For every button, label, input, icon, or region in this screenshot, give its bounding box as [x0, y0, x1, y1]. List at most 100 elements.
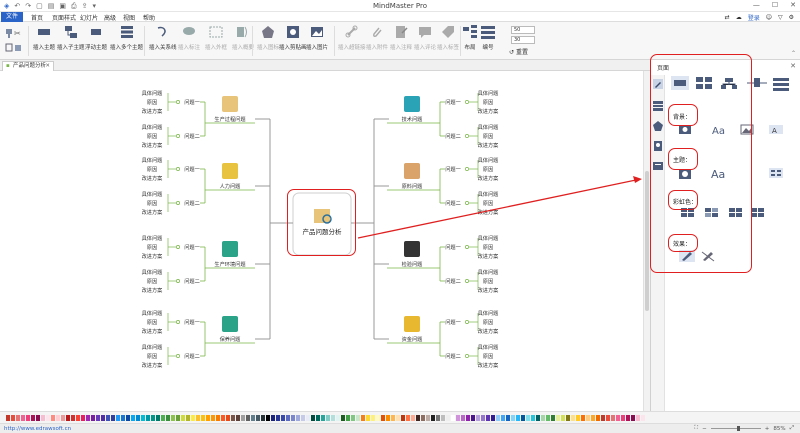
color-swatch[interactable]	[476, 415, 480, 421]
color-swatch[interactable]	[636, 415, 640, 421]
color-swatch[interactable]	[306, 415, 310, 421]
color-swatch[interactable]	[371, 415, 375, 421]
color-swatch[interactable]	[256, 415, 260, 421]
color-swatch[interactable]	[191, 415, 195, 421]
color-swatch[interactable]	[456, 415, 460, 421]
color-swatch[interactable]	[466, 415, 470, 421]
insert-multiple-topics-button[interactable]: 插入多个主题	[110, 25, 143, 51]
color-swatch[interactable]	[261, 415, 265, 421]
color-swatch[interactable]	[266, 415, 270, 421]
color-swatch[interactable]	[196, 415, 200, 421]
color-swatch[interactable]	[586, 415, 590, 421]
color-swatch[interactable]	[361, 415, 365, 421]
close-button[interactable]: ✕	[790, 1, 796, 9]
color-swatch[interactable]	[101, 415, 105, 421]
color-swatch[interactable]	[251, 415, 255, 421]
insert-hyperlink-button[interactable]: 插入超链接	[338, 25, 366, 51]
color-swatch[interactable]	[121, 415, 125, 421]
color-swatch[interactable]	[561, 415, 565, 421]
color-swatch[interactable]	[471, 415, 475, 421]
color-swatch[interactable]	[216, 415, 220, 421]
login-link[interactable]: 登录	[748, 13, 760, 22]
vertical-spacing-input[interactable]: 30	[511, 36, 535, 44]
color-swatch[interactable]	[531, 415, 535, 421]
panel-close-icon[interactable]: ✕	[790, 62, 796, 70]
insert-callout-button[interactable]: 插入标注	[178, 25, 200, 51]
color-swatch[interactable]	[381, 415, 385, 421]
color-swatch[interactable]	[186, 415, 190, 421]
color-swatch[interactable]	[241, 415, 245, 421]
color-swatch[interactable]	[16, 415, 20, 421]
insert-summary-button[interactable]: 插入概要	[232, 25, 254, 51]
color-swatch[interactable]	[396, 415, 400, 421]
color-swatch[interactable]	[66, 415, 70, 421]
color-swatch[interactable]	[366, 415, 370, 421]
zoom-in-icon[interactable]: +	[765, 426, 770, 432]
color-swatch[interactable]	[331, 415, 335, 421]
color-swatch[interactable]	[41, 415, 45, 421]
color-swatch[interactable]	[541, 415, 545, 421]
color-swatch[interactable]	[356, 415, 360, 421]
color-swatch[interactable]	[136, 415, 140, 421]
color-swatch[interactable]	[116, 415, 120, 421]
layout-button[interactable]: 布局	[463, 25, 477, 51]
color-swatch[interactable]	[321, 415, 325, 421]
color-swatch[interactable]	[416, 415, 420, 421]
color-swatch[interactable]	[556, 415, 560, 421]
insert-relationship-button[interactable]: 插入关系线	[149, 25, 177, 51]
color-swatch[interactable]	[436, 415, 440, 421]
color-swatch[interactable]	[271, 415, 275, 421]
reset-button[interactable]: ↺ 重置	[509, 47, 528, 56]
color-swatch[interactable]	[106, 415, 110, 421]
insert-comment-button[interactable]: 插入评论	[414, 25, 436, 51]
menu-advanced[interactable]: 高级	[104, 13, 116, 22]
format-painter-icon[interactable]	[6, 29, 12, 38]
color-swatch[interactable]	[86, 415, 90, 421]
color-swatch[interactable]	[71, 415, 75, 421]
color-swatch[interactable]	[451, 415, 455, 421]
color-swatch[interactable]	[126, 415, 130, 421]
menu-file[interactable]: 文件	[1, 12, 23, 22]
color-swatch[interactable]	[11, 415, 15, 421]
color-swatch[interactable]	[301, 415, 305, 421]
color-swatch[interactable]	[346, 415, 350, 421]
color-swatch[interactable]	[616, 415, 620, 421]
color-swatch[interactable]	[641, 415, 645, 421]
color-swatch[interactable]	[536, 415, 540, 421]
color-swatch[interactable]	[611, 415, 615, 421]
insert-topic-button[interactable]: 插入主题	[33, 25, 55, 51]
color-swatch[interactable]	[61, 415, 65, 421]
share-icon[interactable]: ⇄	[725, 14, 730, 21]
zoom-slider[interactable]	[710, 426, 761, 431]
color-swatch[interactable]	[546, 415, 550, 421]
color-swatch[interactable]	[6, 415, 10, 421]
scroll-thumb[interactable]	[645, 171, 649, 311]
color-swatch[interactable]	[596, 415, 600, 421]
color-swatch[interactable]	[166, 415, 170, 421]
document-tab[interactable]: ▪ 产品问题分析 ✕	[2, 61, 54, 71]
color-swatch[interactable]	[276, 415, 280, 421]
color-swatch[interactable]	[296, 415, 300, 421]
color-swatch[interactable]	[626, 415, 630, 421]
color-swatch[interactable]	[286, 415, 290, 421]
skin-icon[interactable]: ▽	[778, 14, 783, 21]
color-swatch[interactable]	[221, 415, 225, 421]
settings-icon[interactable]: ⚙	[789, 14, 794, 21]
color-swatch[interactable]	[211, 415, 215, 421]
user-icon[interactable]: ☺	[766, 14, 772, 21]
color-swatch[interactable]	[576, 415, 580, 421]
color-swatch[interactable]	[481, 415, 485, 421]
color-swatch[interactable]	[591, 415, 595, 421]
color-swatch[interactable]	[631, 415, 635, 421]
minimize-button[interactable]: —	[753, 1, 760, 9]
color-swatch[interactable]	[426, 415, 430, 421]
color-swatch[interactable]	[461, 415, 465, 421]
menu-view[interactable]: 视图	[123, 13, 135, 22]
color-swatch[interactable]	[501, 415, 505, 421]
color-swatch[interactable]	[46, 415, 50, 421]
color-swatch[interactable]	[236, 415, 240, 421]
color-swatch[interactable]	[111, 415, 115, 421]
color-swatch[interactable]	[571, 415, 575, 421]
color-swatch[interactable]	[336, 415, 340, 421]
color-swatch[interactable]	[201, 415, 205, 421]
